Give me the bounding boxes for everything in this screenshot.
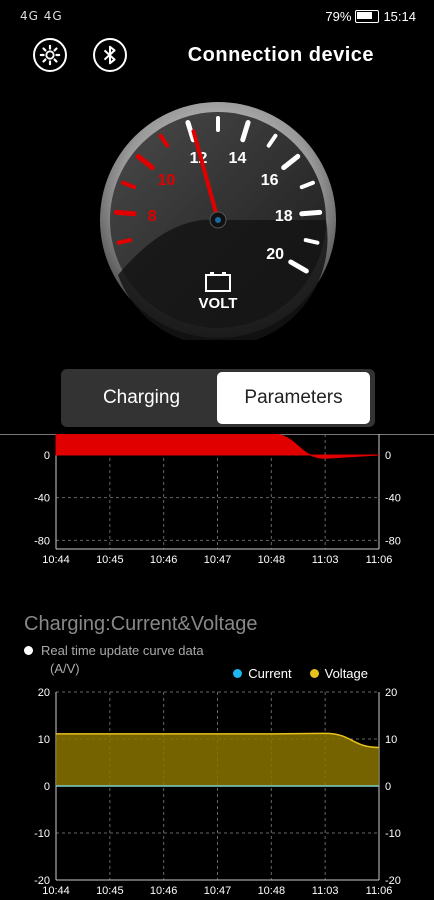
axis-unit: (A/V) <box>50 661 80 676</box>
y-tick-right: 10 <box>385 734 397 746</box>
status-bar: 4G 4G 79% 15:14 <box>0 0 434 34</box>
y-tick-left: -80 <box>34 535 50 547</box>
gauge-unit: VOLT <box>199 295 238 312</box>
series-legend: Current Voltage <box>233 666 368 681</box>
legend-voltage: Voltage <box>324 666 368 681</box>
gauge-label-14: 14 <box>229 150 247 167</box>
x-tick-label: 10:48 <box>258 885 286 897</box>
page-title: Connection device <box>187 44 374 66</box>
voltage-gauge: 81012 14161820 VOLT <box>100 102 336 340</box>
y-tick-left: -20 <box>34 875 50 887</box>
x-tick-label: 10:46 <box>150 885 178 897</box>
current-swatch <box>233 669 243 678</box>
y-tick-right: 20 <box>385 687 397 699</box>
x-tick-label: 10:47 <box>204 885 232 897</box>
gauge-hub-dot <box>215 217 221 223</box>
gauge-tick <box>303 238 320 245</box>
y-tick-right: -20 <box>385 875 401 887</box>
gear-icon <box>39 44 61 66</box>
y-tick-left: 20 <box>38 687 50 699</box>
tab-parameters[interactable]: Parameters <box>217 372 370 424</box>
x-tick-label: 11:06 <box>366 554 393 566</box>
app-header: Connection device <box>0 34 434 78</box>
x-tick-label: 10:48 <box>258 554 286 566</box>
y-tick-right: 0 <box>385 450 391 462</box>
signal-indicators: 4G 4G <box>20 9 63 23</box>
x-tick-label: 10:45 <box>96 554 124 566</box>
realtime-dot <box>24 646 33 655</box>
x-tick-label: 10:44 <box>42 554 70 566</box>
y-tick-left: 0 <box>44 450 50 462</box>
bluetooth-button[interactable] <box>93 38 127 72</box>
chart-top: 10:44 10:45 10:46 10:47 10:48 11:03 11:06 0 0 -40… <box>34 434 401 566</box>
chart-current-voltage: 10:44 10:45 10:46 10:47 10:48 11:03 11:0620 201… <box>34 687 401 897</box>
y-tick-left: -40 <box>34 493 50 505</box>
voltage-area <box>56 733 379 786</box>
y-tick-right: 0 <box>385 781 391 793</box>
realtime-legend: Real time update curve data <box>24 643 204 658</box>
tab-charging[interactable]: Charging <box>65 372 218 424</box>
x-tick-label: 11:03 <box>312 885 339 897</box>
y-tick-right: -80 <box>385 535 401 547</box>
section-title: Charging:Current&Voltage <box>24 613 258 635</box>
gauge-label-10: 10 <box>158 172 176 189</box>
settings-button[interactable] <box>33 38 67 72</box>
y-tick-right: -10 <box>385 828 401 840</box>
x-tick-label: 10:45 <box>96 885 124 897</box>
status-right: 79% 15:14 <box>325 9 416 24</box>
bluetooth-icon <box>103 45 116 65</box>
y-tick-right: -40 <box>385 493 401 505</box>
gauge-label-16: 16 <box>261 172 279 189</box>
gauge-tick <box>116 238 133 245</box>
legend-current: Current <box>248 666 292 681</box>
gauge-label-18: 18 <box>275 208 293 225</box>
gauge-label-8: 8 <box>148 208 157 225</box>
battery-icon <box>355 10 380 23</box>
clock: 15:14 <box>383 9 416 24</box>
y-tick-left: 10 <box>38 734 50 746</box>
tab-bar: Charging Parameters <box>61 369 375 427</box>
series-area <box>55 434 380 459</box>
y-tick-left: 0 <box>44 781 50 793</box>
battery-percent: 79% <box>325 9 352 24</box>
gauge-label-20: 20 <box>266 246 284 263</box>
x-tick-label: 11:03 <box>312 554 339 566</box>
voltage-swatch <box>309 669 319 678</box>
gauge-tick <box>113 209 137 217</box>
y-tick-left: -10 <box>34 828 50 840</box>
x-tick-label: 10:47 <box>204 554 232 566</box>
x-tick-label: 10:46 <box>150 554 178 566</box>
gauge-tick <box>299 209 323 217</box>
realtime-label: Real time update curve data <box>41 643 204 658</box>
